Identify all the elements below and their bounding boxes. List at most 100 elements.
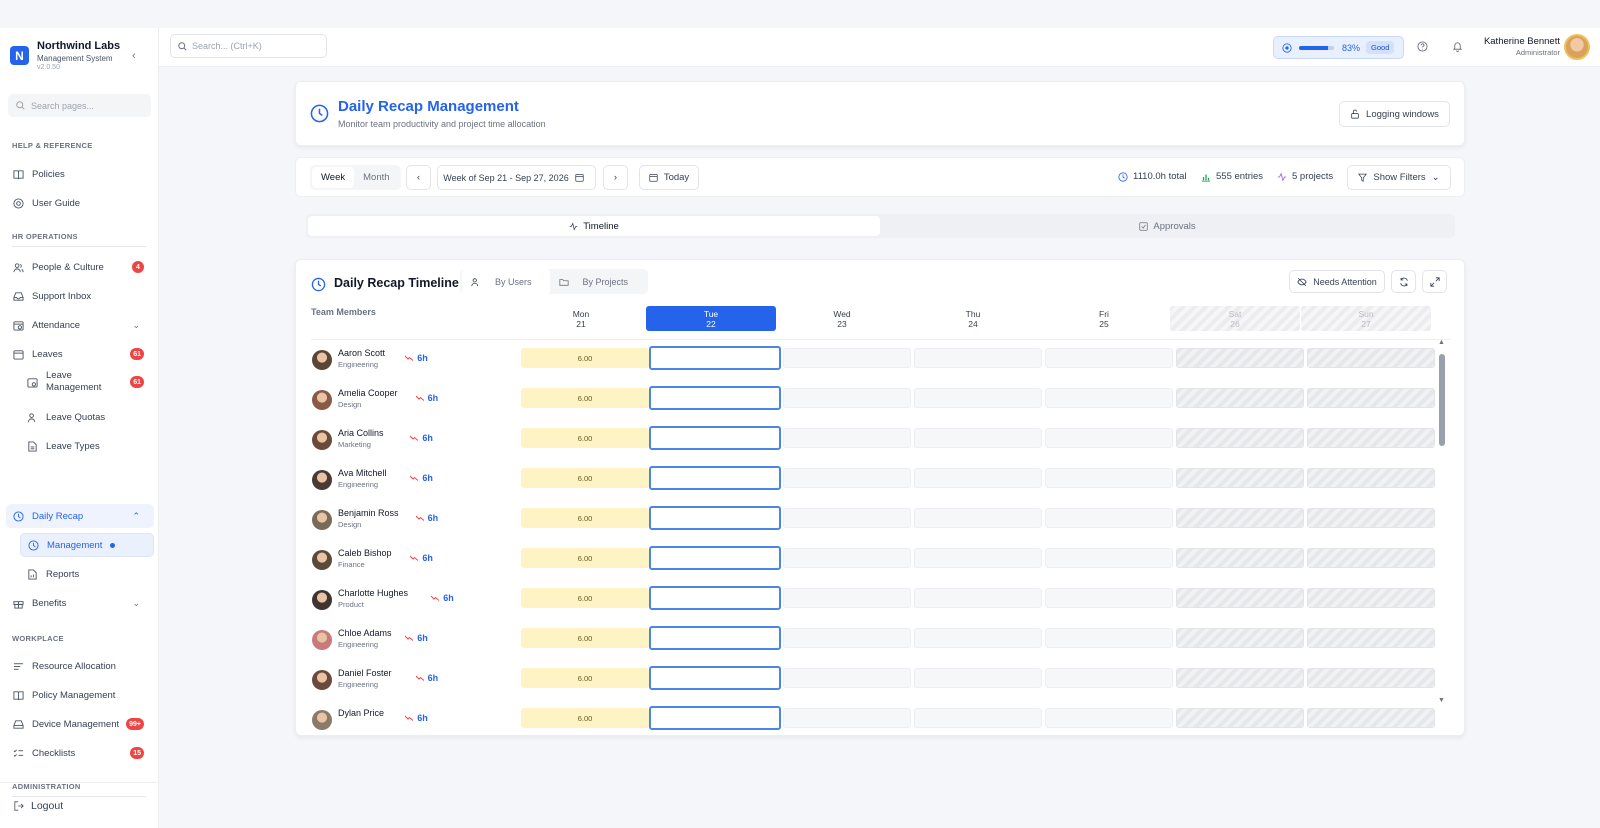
avatar[interactable]	[312, 710, 332, 730]
sidebar-item-user-guide[interactable]: User Guide	[6, 191, 154, 215]
day-cell-weekend[interactable]	[1176, 508, 1304, 528]
day-cell-today[interactable]	[649, 346, 781, 370]
day-cell-empty[interactable]	[1045, 348, 1173, 368]
day-cell-filled[interactable]: 6.00	[521, 628, 649, 648]
day-cell-empty[interactable]	[1045, 708, 1173, 728]
day-cell-weekend[interactable]	[1307, 548, 1435, 568]
week-range-picker[interactable]: Week of Sep 21 - Sep 27, 2026	[437, 165, 596, 190]
day-cell-weekend[interactable]	[1307, 508, 1435, 528]
avatar[interactable]	[312, 670, 332, 690]
day-cell-empty[interactable]	[1045, 628, 1173, 648]
member-name[interactable]: Caleb Bishop	[338, 548, 392, 558]
day-cell-weekend[interactable]	[1307, 588, 1435, 608]
sidebar-item-leave-quotas[interactable]: Leave Quotas	[20, 405, 154, 429]
sidebar-item-policies[interactable]: Policies	[6, 162, 154, 186]
by-projects-toggle[interactable]: By Projects	[550, 269, 647, 295]
sidebar-search-input[interactable]: Search pages...	[8, 94, 151, 117]
performance-indicator[interactable]: 83% Good	[1273, 36, 1404, 59]
day-cell-empty[interactable]	[1045, 548, 1173, 568]
sidebar-item-policy-management[interactable]: Policy Management	[6, 683, 154, 707]
day-cell-empty[interactable]	[783, 548, 911, 568]
day-cell-filled[interactable]: 6.00	[521, 548, 649, 568]
sidebar-item-management[interactable]: Management	[20, 533, 154, 557]
day-cell-empty[interactable]	[914, 668, 1042, 688]
day-cell-weekend[interactable]	[1307, 388, 1435, 408]
member-name[interactable]: Chloe Adams	[338, 628, 392, 638]
avatar[interactable]	[312, 390, 332, 410]
day-cell-weekend[interactable]	[1176, 468, 1304, 488]
refresh-button[interactable]	[1391, 270, 1416, 293]
day-cell-weekend[interactable]	[1307, 348, 1435, 368]
user-name[interactable]: Katherine Bennett	[1484, 36, 1560, 47]
day-cell-weekend[interactable]	[1176, 628, 1304, 648]
day-cell-today[interactable]	[649, 586, 781, 610]
day-cell-weekend[interactable]	[1307, 628, 1435, 648]
avatar[interactable]	[312, 550, 332, 570]
member-name[interactable]: Daniel Foster	[338, 668, 392, 678]
avatar[interactable]	[312, 630, 332, 650]
day-cell-empty[interactable]	[1045, 388, 1173, 408]
day-cell-weekend[interactable]	[1176, 588, 1304, 608]
day-cell-empty[interactable]	[783, 428, 911, 448]
day-cell-empty[interactable]	[914, 708, 1042, 728]
day-cell-today[interactable]	[649, 706, 781, 730]
day-cell-empty[interactable]	[783, 588, 911, 608]
day-cell-empty[interactable]	[914, 628, 1042, 648]
help-icon[interactable]	[1417, 41, 1428, 52]
day-cell-empty[interactable]	[914, 388, 1042, 408]
sidebar-item-device-management[interactable]: Device Management 99+	[6, 712, 154, 736]
day-cell-filled[interactable]: 6.00	[521, 708, 649, 728]
sidebar-item-people[interactable]: People & Culture 4	[6, 255, 154, 279]
day-cell-weekend[interactable]	[1176, 388, 1304, 408]
bell-icon[interactable]	[1452, 41, 1463, 52]
day-cell-weekend[interactable]	[1176, 708, 1304, 728]
member-name[interactable]: Benjamin Ross	[338, 508, 399, 518]
member-name[interactable]: Charlotte Hughes	[338, 588, 408, 598]
day-cell-empty[interactable]	[783, 628, 911, 648]
sidebar-item-leaves[interactable]: Leaves 61	[6, 342, 154, 366]
member-name[interactable]: Aria Collins	[338, 428, 384, 438]
sidebar-item-leave-management[interactable]: Leave Management 61	[20, 365, 154, 399]
day-cell-empty[interactable]	[1045, 668, 1173, 688]
sidebar-item-benefits[interactable]: Benefits ⌄	[6, 591, 154, 615]
sidebar-item-checklists[interactable]: Checklists 15	[6, 741, 154, 765]
day-cell-weekend[interactable]	[1176, 548, 1304, 568]
day-cell-empty[interactable]	[914, 588, 1042, 608]
day-cell-weekend[interactable]	[1307, 428, 1435, 448]
sidebar-item-resource-allocation[interactable]: Resource Allocation	[6, 654, 154, 678]
prev-week-button[interactable]: ‹	[406, 165, 431, 190]
scroll-down-arrow-icon[interactable]: ▼	[1438, 697, 1445, 704]
month-toggle[interactable]: Month	[354, 167, 398, 188]
sidebar-item-attendance[interactable]: Attendance ⌄	[6, 313, 154, 337]
day-cell-empty[interactable]	[1045, 428, 1173, 448]
avatar[interactable]	[312, 510, 332, 530]
next-week-button[interactable]: ›	[603, 165, 628, 190]
day-cell-weekend[interactable]	[1307, 468, 1435, 488]
day-cell-filled[interactable]: 6.00	[521, 428, 649, 448]
show-filters-button[interactable]: Show Filters ⌄	[1347, 165, 1451, 190]
needs-attention-button[interactable]: Needs Attention	[1289, 270, 1385, 293]
day-cell-empty[interactable]	[914, 548, 1042, 568]
scrollbar-thumb[interactable]	[1439, 354, 1445, 446]
tab-timeline[interactable]: Timeline	[308, 216, 880, 236]
logging-windows-button[interactable]: Logging windows	[1339, 101, 1450, 127]
day-cell-weekend[interactable]	[1176, 428, 1304, 448]
sidebar-item-reports[interactable]: Reports	[20, 562, 154, 586]
day-cell-empty[interactable]	[783, 348, 911, 368]
tab-approvals[interactable]: Approvals	[882, 216, 1453, 236]
sidebar-item-support-inbox[interactable]: Support Inbox	[6, 284, 154, 308]
day-cell-today[interactable]	[649, 626, 781, 650]
sidebar-item-daily-recap[interactable]: Daily Recap ⌃	[6, 504, 154, 528]
member-name[interactable]: Aaron Scott	[338, 348, 385, 358]
member-name[interactable]: Ava Mitchell	[338, 468, 386, 478]
day-cell-empty[interactable]	[914, 348, 1042, 368]
day-cell-filled[interactable]: 6.00	[521, 468, 649, 488]
day-cell-today[interactable]	[649, 666, 781, 690]
day-cell-empty[interactable]	[783, 508, 911, 528]
member-name[interactable]: Amelia Cooper	[338, 388, 398, 398]
day-cell-empty[interactable]	[1045, 588, 1173, 608]
week-toggle[interactable]: Week	[312, 167, 355, 188]
day-cell-empty[interactable]	[914, 428, 1042, 448]
day-cell-empty[interactable]	[783, 468, 911, 488]
avatar[interactable]	[312, 590, 332, 610]
